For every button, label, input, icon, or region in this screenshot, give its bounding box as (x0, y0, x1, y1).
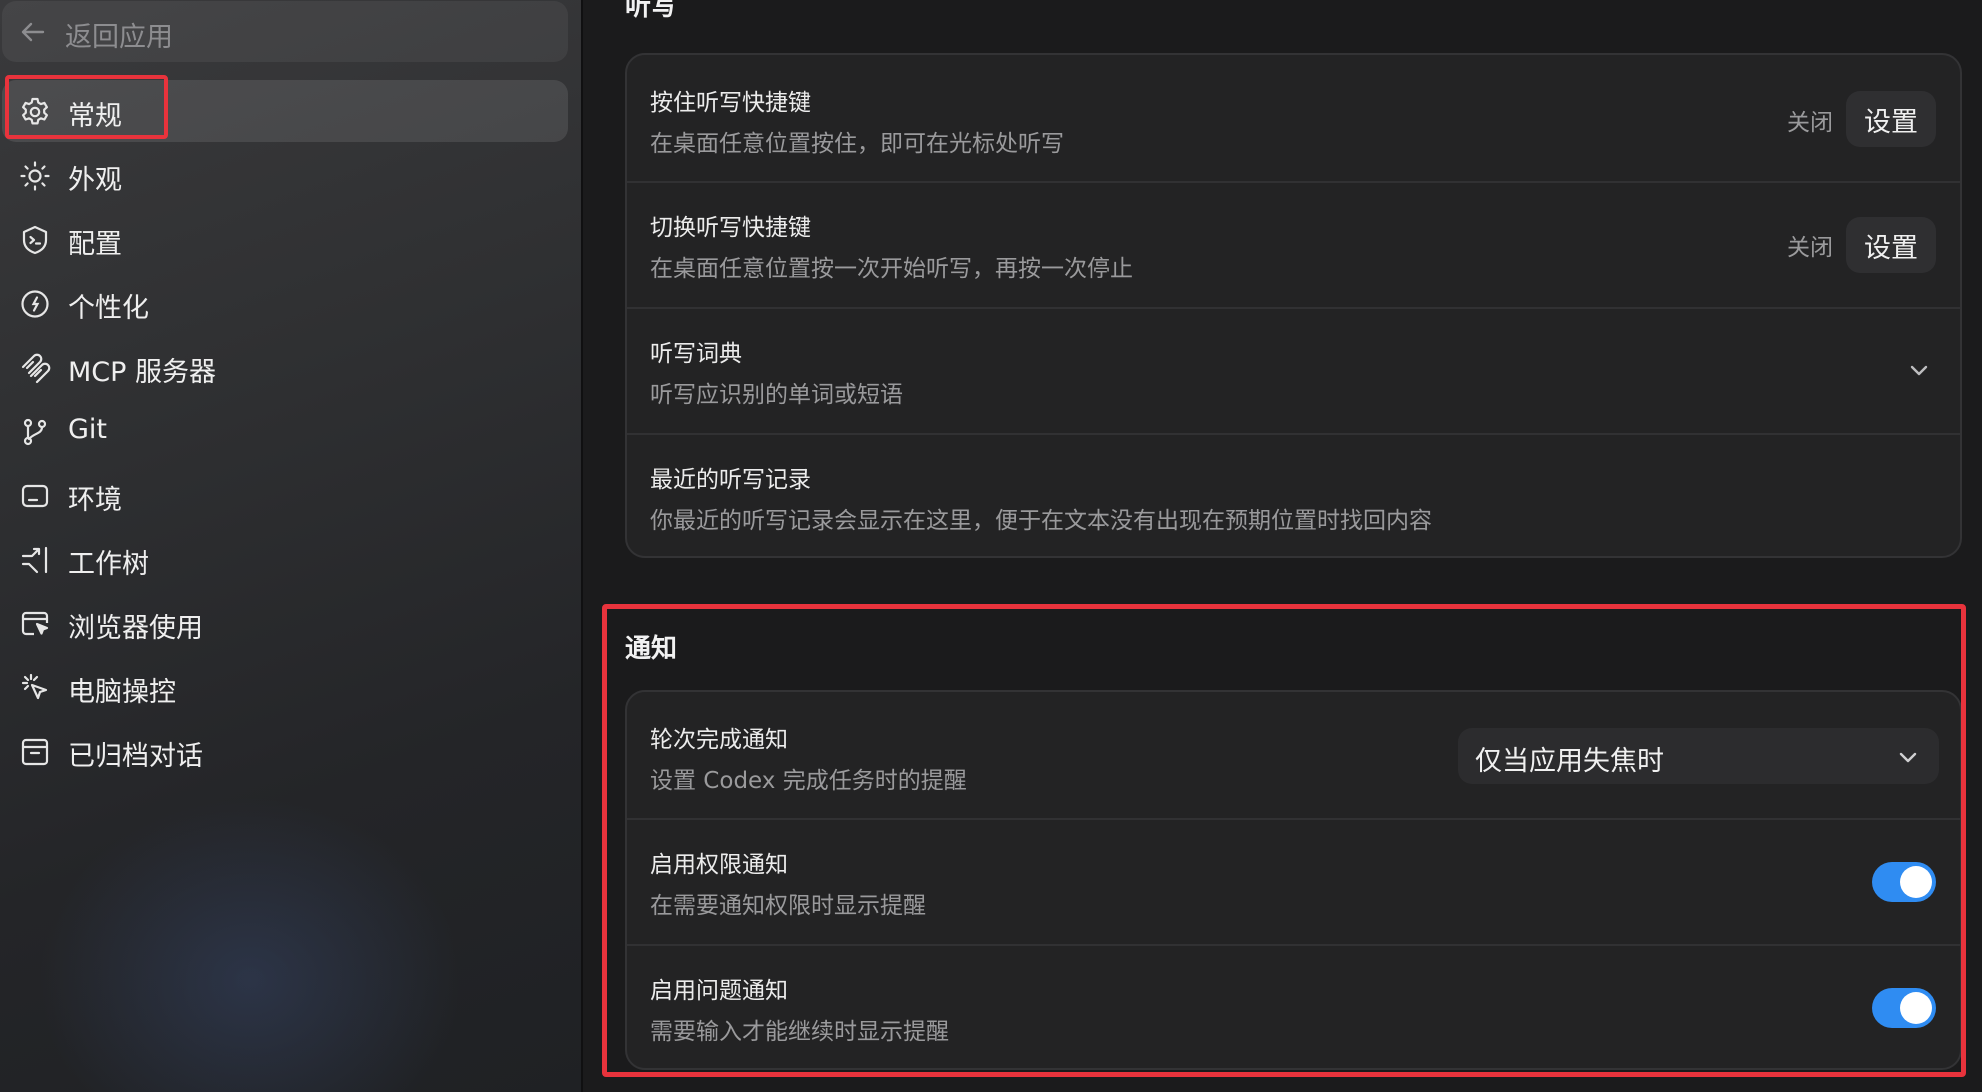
row-description: 你最近的听写记录会显示在这里，便于在文本没有出现在预期位置时找回内容 (650, 508, 1432, 534)
back-to-app-button[interactable]: 返回应用 (2, 1, 568, 62)
toggle-knob (1900, 866, 1932, 898)
sidebar-item-config[interactable]: 配置 (2, 208, 568, 270)
row-title: 最近的听写记录 (650, 467, 811, 493)
row-title: 切换听写快捷键 (650, 215, 811, 241)
notifications-panel: 轮次完成通知 设置 Codex 完成任务时的提醒 仅当应用失焦时 启用权限通知 … (625, 690, 1962, 1070)
sidebar-item-personalization[interactable]: 个性化 (2, 272, 568, 334)
chevron-down-icon[interactable] (1906, 357, 1932, 383)
notifications-section-title: 通知 (625, 634, 678, 664)
environment-icon (21, 484, 49, 508)
permission-notification-toggle[interactable] (1872, 862, 1936, 902)
dictation-recent-row: 最近的听写记录 你最近的听写记录会显示在这里，便于在文本没有出现在预期位置时找回… (627, 435, 1960, 558)
select-value: 仅当应用失焦时 (1475, 746, 1664, 777)
row-title: 启用权限通知 (650, 852, 788, 878)
dictation-hold-shortcut-row: 按住听写快捷键 在桌面任意位置按住，即可在光标处听写 关闭 设置 (627, 55, 1960, 181)
permission-notification-row: 启用权限通知 在需要通知权限时显示提醒 (627, 820, 1960, 944)
toggle-knob (1900, 992, 1932, 1024)
row-title: 启用问题通知 (650, 978, 788, 1004)
archive-icon (21, 738, 49, 766)
git-branch-icon (23, 418, 47, 446)
chevron-down-icon (1899, 752, 1917, 763)
row-title: 轮次完成通知 (650, 727, 788, 753)
sidebar-item-mcp-servers[interactable]: MCP 服务器 (2, 336, 568, 398)
question-notification-row: 启用问题通知 需要输入才能继续时显示提醒 (627, 946, 1960, 1070)
sidebar-item-environment[interactable]: 环境 (2, 464, 568, 526)
dictation-dictionary-row[interactable]: 听写词典 听写应识别的单词或短语 (627, 309, 1960, 433)
back-to-app-label: 返回应用 (65, 22, 173, 53)
sidebar-item-archived-chats[interactable]: 已归档对话 (2, 720, 568, 782)
dictation-section-title: 听写 (625, 0, 678, 22)
sidebar-item-label: 电脑操控 (68, 677, 176, 708)
row-description: 需要输入才能继续时显示提醒 (650, 1019, 949, 1045)
dictation-toggle-shortcut-row: 切换听写快捷键 在桌面任意位置按一次开始听写，再按一次停止 关闭 设置 (627, 183, 1960, 307)
sidebar-item-label: 个性化 (68, 293, 149, 324)
click-pointer-icon (21, 673, 48, 700)
settings-content: 听写 按住听写快捷键 在桌面任意位置按住，即可在光标处听写 关闭 设置 切换听写… (585, 0, 1982, 1092)
row-description: 听写应识别的单词或短语 (650, 382, 903, 408)
sidebar-item-label: 配置 (68, 229, 122, 260)
sidebar-item-browser-use[interactable]: 浏览器使用 (2, 592, 568, 654)
sidebar-item-computer-control[interactable]: 电脑操控 (2, 656, 568, 718)
sidebar-item-label: 常规 (68, 101, 122, 132)
row-title: 听写词典 (650, 341, 742, 367)
sidebar-item-label: 已归档对话 (68, 741, 203, 772)
mcp-icon (21, 353, 51, 384)
question-notification-toggle[interactable] (1872, 988, 1936, 1028)
arrow-left-icon (21, 22, 45, 42)
row-description: 在桌面任意位置按一次开始听写，再按一次停止 (650, 256, 1133, 282)
sidebar-item-label: 浏览器使用 (68, 613, 203, 644)
sidebar-item-label: 环境 (68, 485, 122, 516)
shortcut-status: 关闭 (1787, 110, 1833, 136)
gear-icon (22, 97, 48, 125)
row-description: 在桌面任意位置按住，即可在光标处听写 (650, 131, 1064, 157)
set-hold-shortcut-button[interactable]: 设置 (1846, 91, 1936, 147)
sun-icon (20, 161, 50, 191)
sidebar-item-label: MCP 服务器 (68, 357, 217, 388)
sidebar-item-git[interactable]: Git (2, 400, 568, 462)
turn-complete-notification-row: 轮次完成通知 设置 Codex 完成任务时的提醒 仅当应用失焦时 (627, 692, 1960, 818)
settings-window: 返回应用 常规 外观 配置 个性化 MCP 服务器 Git 环境 工作树 浏览器… (0, 0, 1982, 1092)
row-description: 在需要通知权限时显示提醒 (650, 893, 926, 919)
shield-terminal-icon (22, 225, 48, 255)
set-toggle-shortcut-button[interactable]: 设置 (1846, 217, 1936, 273)
notification-mode-select[interactable]: 仅当应用失焦时 (1458, 728, 1939, 784)
sidebar-item-worktree[interactable]: 工作树 (2, 528, 568, 590)
sidebar: 返回应用 常规 外观 配置 个性化 MCP 服务器 Git 环境 工作树 浏览器… (0, 0, 583, 1092)
sidebar-item-label: Git (68, 414, 108, 445)
sidebar-item-general[interactable]: 常规 (2, 80, 568, 142)
sidebar-item-label: 外观 (68, 165, 122, 196)
row-title: 按住听写快捷键 (650, 90, 811, 116)
shortcut-status: 关闭 (1787, 235, 1833, 261)
row-description: 设置 Codex 完成任务时的提醒 (650, 768, 967, 794)
personalize-icon (21, 290, 49, 318)
browser-cursor-icon (21, 611, 49, 636)
worktree-icon (21, 546, 48, 574)
sidebar-item-appearance[interactable]: 外观 (2, 144, 568, 206)
sidebar-item-label: 工作树 (68, 549, 149, 580)
dictation-panel: 按住听写快捷键 在桌面任意位置按住，即可在光标处听写 关闭 设置 切换听写快捷键… (625, 53, 1962, 558)
